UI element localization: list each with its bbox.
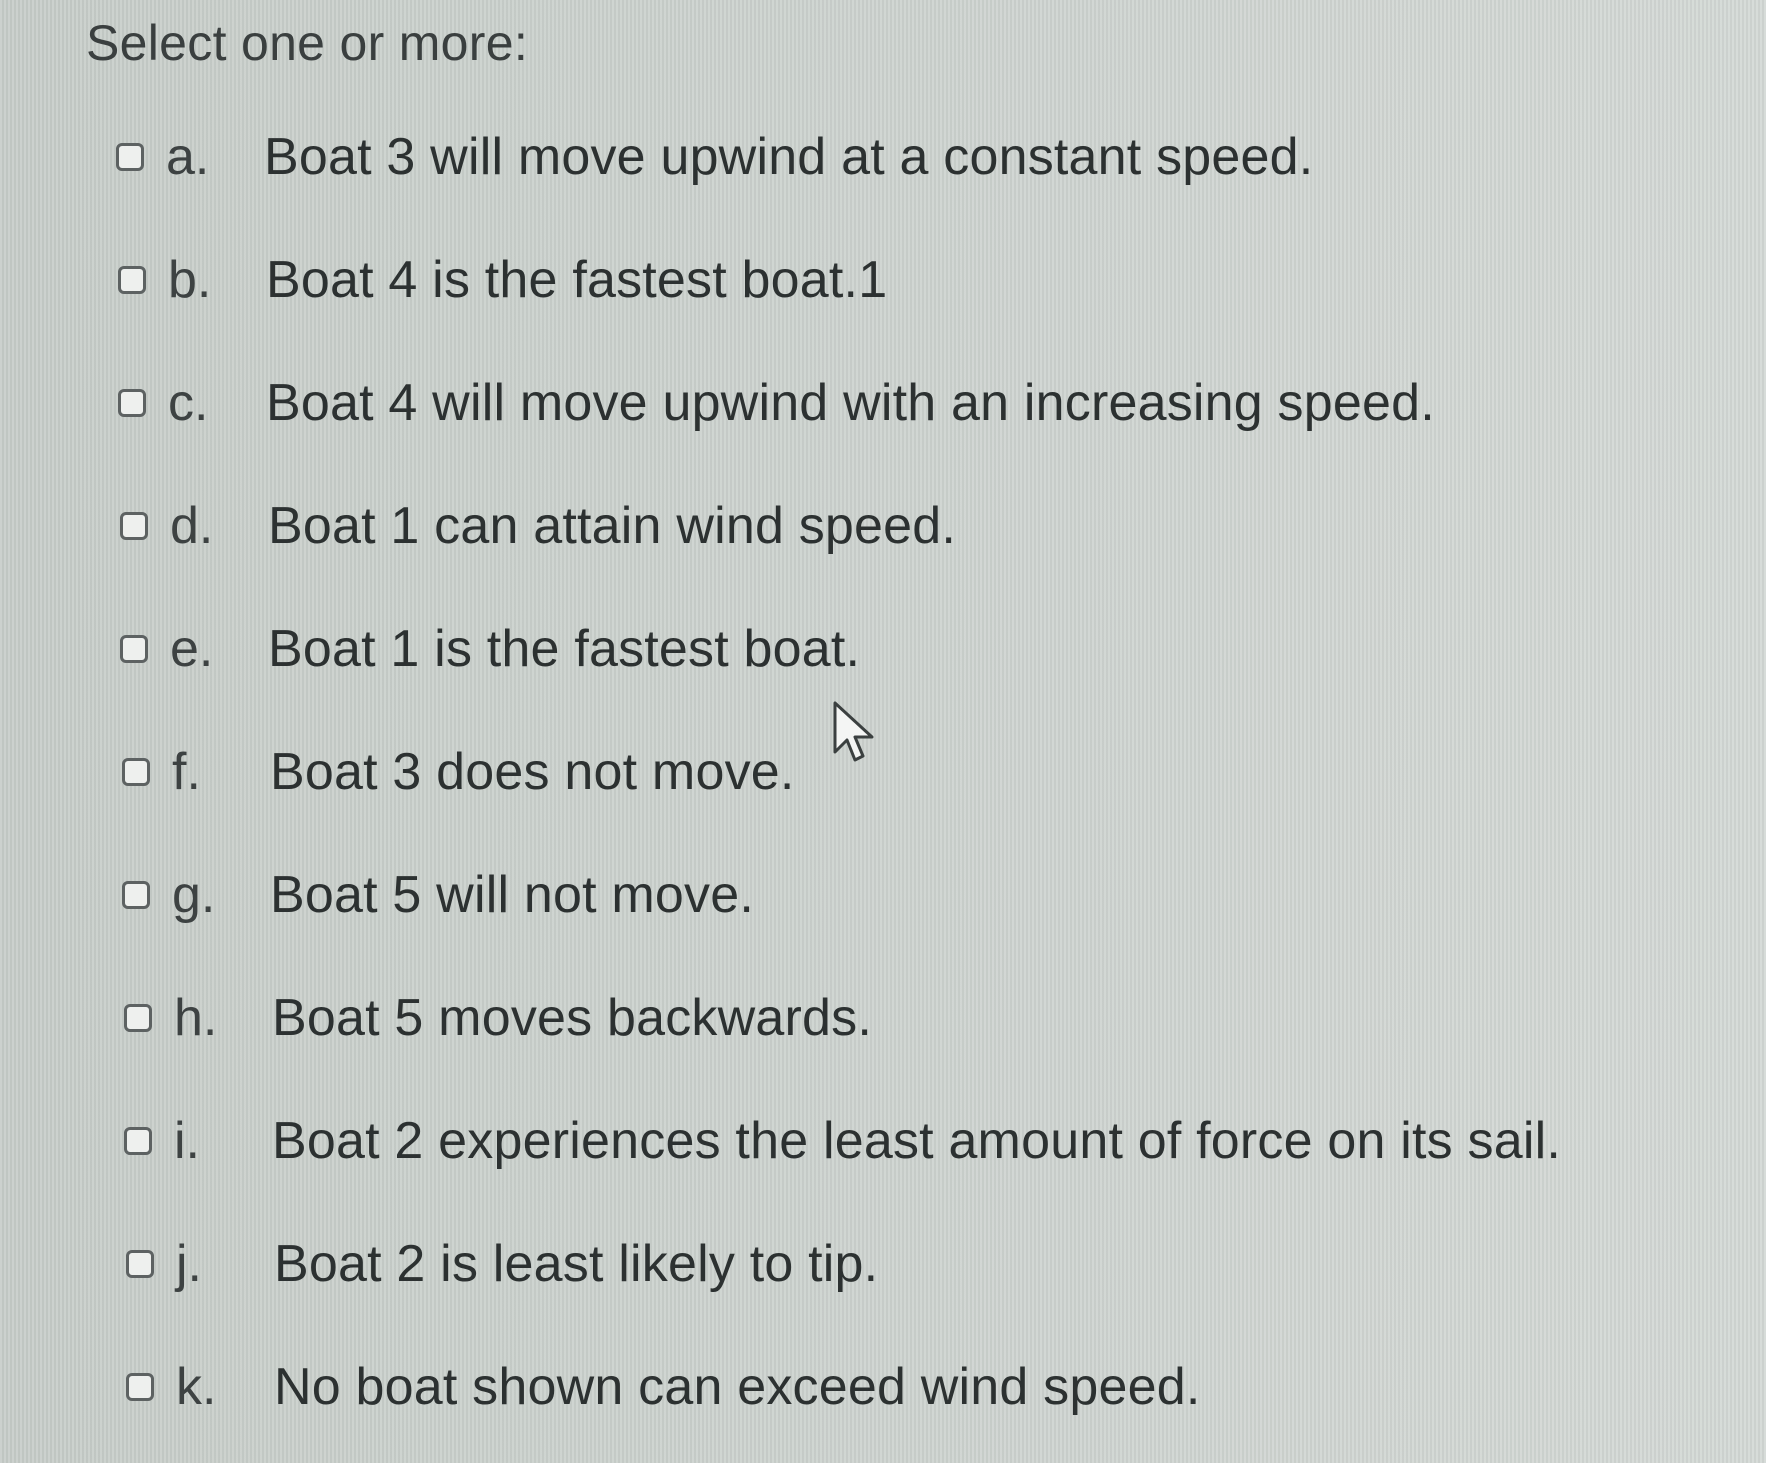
option-letter: g. (172, 866, 216, 924)
checkbox-icon[interactable] (116, 143, 144, 171)
option-text: Boat 1 is the fastest boat. (268, 620, 861, 678)
option-text: No boat shown can exceed wind speed. (274, 1358, 1201, 1416)
option-text: Boat 2 is least likely to tip. (274, 1235, 879, 1293)
option-k[interactable]: k. No boat shown can exceed wind speed. (126, 1352, 1200, 1422)
option-e[interactable]: e. Boat 1 is the fastest boat. (120, 614, 860, 684)
option-text: Boat 3 does not move. (270, 743, 795, 801)
checkbox-icon[interactable] (122, 881, 150, 909)
option-letter: a. (166, 128, 210, 186)
option-h[interactable]: h. Boat 5 moves backwards. (124, 983, 872, 1053)
checkbox-icon[interactable] (120, 512, 148, 540)
option-i[interactable]: i. Boat 2 experiences the least amount o… (124, 1106, 1561, 1176)
checkbox-icon[interactable] (118, 389, 146, 417)
option-text: Boat 5 moves backwards. (272, 989, 872, 1047)
option-c[interactable]: c. Boat 4 will move upwind with an incre… (118, 368, 1435, 438)
checkbox-icon[interactable] (124, 1004, 152, 1032)
option-letter: f. (172, 743, 201, 801)
option-text: Boat 1 can attain wind speed. (268, 497, 957, 555)
checkbox-icon[interactable] (120, 635, 148, 663)
option-letter: d. (170, 497, 214, 555)
option-letter: c. (168, 374, 209, 432)
checkbox-icon[interactable] (122, 758, 150, 786)
checkbox-icon[interactable] (126, 1250, 154, 1278)
option-text: Boat 4 is the fastest boat.1 (266, 251, 888, 309)
option-letter: i. (174, 1112, 200, 1170)
option-f[interactable]: f. Boat 3 does not move. (122, 737, 795, 807)
checkbox-icon[interactable] (126, 1373, 154, 1401)
option-letter: b. (168, 251, 212, 309)
option-a[interactable]: a. Boat 3 will move upwind at a constant… (116, 122, 1313, 192)
option-j[interactable]: j. Boat 2 is least likely to tip. (126, 1229, 878, 1299)
option-b[interactable]: b. Boat 4 is the fastest boat.1 (118, 245, 887, 315)
option-text: Boat 3 will move upwind at a constant sp… (264, 128, 1314, 186)
checkbox-icon[interactable] (124, 1127, 152, 1155)
option-letter: h. (174, 989, 218, 1047)
option-letter: k. (176, 1358, 217, 1416)
option-letter: e. (170, 620, 214, 678)
option-text: Boat 4 will move upwind with an increasi… (266, 374, 1435, 432)
option-text: Boat 5 will not move. (270, 866, 754, 924)
option-letter: j. (176, 1235, 202, 1293)
option-g[interactable]: g. Boat 5 will not move. (122, 860, 754, 930)
option-d[interactable]: d. Boat 1 can attain wind speed. (120, 491, 956, 561)
mouse-pointer-icon (833, 701, 874, 762)
option-text: Boat 2 experiences the least amount of f… (272, 1112, 1562, 1170)
question-prompt: Select one or more: (86, 15, 529, 71)
checkbox-icon[interactable] (118, 266, 146, 294)
